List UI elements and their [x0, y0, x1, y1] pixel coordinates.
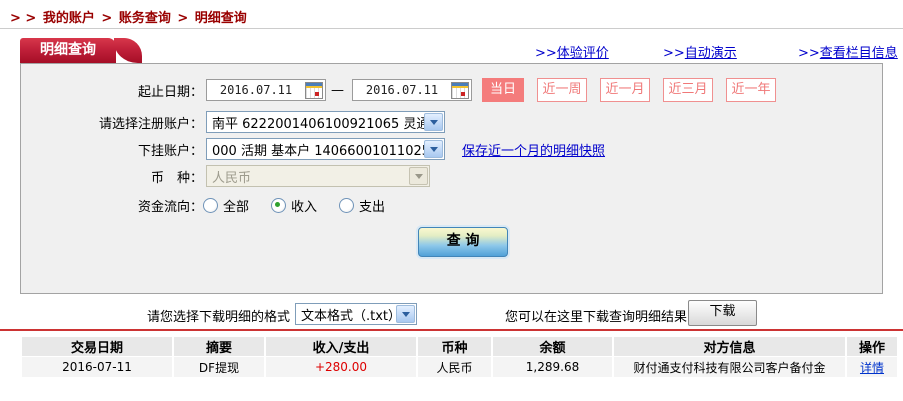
fund-flow-option-label: 全部: [223, 199, 250, 215]
link-arrows: >>: [798, 46, 820, 61]
radio-icon[interactable]: [203, 197, 218, 213]
quick-range-today-button[interactable]: 当日: [482, 78, 524, 102]
cell-balance: 1,289.68: [493, 357, 612, 377]
currency-row: 币 种： 人民币: [21, 164, 430, 188]
cell-currency: 人民币: [418, 357, 491, 377]
fund-flow-label: 资金流向：: [137, 199, 203, 215]
col-header-amount: 收入/支出: [266, 337, 416, 356]
cell-counterparty: 财付通支付科技有限公司客户备付金: [614, 357, 845, 377]
quick-range-month-button[interactable]: 近一月: [600, 78, 650, 102]
register-account-row: 请选择注册账户： 南平 6222001406100921065 灵通卡: [21, 110, 445, 134]
col-header-date: 交易日期: [22, 337, 172, 356]
register-account-select[interactable]: 南平 6222001406100921065 灵通卡: [206, 111, 445, 133]
link-label: 体验评价: [556, 46, 609, 61]
end-date-input[interactable]: [353, 82, 451, 98]
cell-summary: DF提现: [174, 357, 264, 377]
table-top-divider: [0, 329, 903, 331]
col-header-balance: 余额: [493, 337, 612, 356]
link-experience-feedback[interactable]: >>体验评价: [535, 42, 609, 61]
breadcrumb-item-account-query[interactable]: 账务查询: [119, 11, 171, 26]
download-format-label: 请您选择下载明细的格式: [146, 310, 290, 325]
fund-flow-option-label: 收入: [291, 199, 318, 215]
link-label: 自动演示: [684, 46, 737, 61]
date-range-label: 起止日期：: [137, 84, 203, 100]
calendar-icon[interactable]: [451, 81, 469, 99]
sub-account-select[interactable]: 000 活期 基本户 1406600101102571848: [206, 138, 445, 160]
breadcrumb-item-detail-query[interactable]: 明细查询: [195, 11, 247, 26]
table-header-row: 交易日期 摘要 收入/支出 币种 余额 对方信息 操作: [22, 337, 897, 356]
breadcrumb-item-my-account[interactable]: 我的账户: [43, 11, 95, 26]
col-header-action: 操作: [847, 337, 897, 356]
col-header-summary: 摘要: [174, 337, 264, 356]
end-date-field: [352, 79, 472, 101]
tab-detail-query: 明细查询: [20, 38, 142, 63]
link-view-column-info[interactable]: >>查看栏目信息: [798, 42, 898, 61]
quick-range-week-button[interactable]: 近一周: [537, 78, 587, 102]
chevron-down-icon: [409, 167, 428, 185]
sub-account-row: 下挂账户： 000 活期 基本户 1406600101102571848 保存近…: [21, 137, 605, 161]
currency-value: 人民币: [212, 170, 252, 186]
radio-icon[interactable]: [339, 197, 355, 213]
date-range-row: 起止日期： — 当日 近一周 近一月 近三月 近一年: [21, 78, 776, 102]
calendar-icon[interactable]: [305, 81, 323, 99]
breadcrumb-separator: >: [96, 11, 117, 26]
start-date-input[interactable]: [207, 82, 305, 98]
fund-flow-row: 资金流向： 全部 收入 支出: [21, 193, 407, 217]
download-format-value: 文本格式（.txt）: [301, 308, 396, 324]
table-row: 2016-07-11 DF提现 +280.00 人民币 1,289.68 财付通…: [22, 357, 897, 377]
cell-date: 2016-07-11: [22, 357, 172, 377]
query-button[interactable]: 查 询: [418, 227, 508, 257]
register-account-value: 南平 6222001406100921065 灵通卡: [212, 116, 424, 132]
link-label: 查看栏目信息: [819, 46, 898, 61]
col-header-currency: 币种: [418, 337, 491, 356]
quick-range-year-button[interactable]: 近一年: [726, 78, 776, 102]
fund-flow-option-all[interactable]: 全部: [203, 196, 249, 215]
link-auto-demo[interactable]: >>自动演示: [663, 42, 737, 61]
quick-range-3months-button[interactable]: 近三月: [663, 78, 713, 102]
start-date-field: [206, 79, 326, 101]
header-divider: [0, 28, 903, 29]
link-arrows: >>: [663, 46, 685, 61]
sub-account-value: 000 活期 基本户 1406600101102571848: [212, 143, 424, 159]
breadcrumb-separator: >: [172, 11, 193, 26]
col-header-counterparty: 对方信息: [614, 337, 845, 356]
fund-flow-option-label: 支出: [359, 199, 386, 215]
currency-select: 人民币: [206, 165, 430, 187]
download-button[interactable]: 下载: [688, 300, 757, 326]
fund-flow-option-income[interactable]: 收入: [271, 196, 317, 215]
sub-account-label: 下挂账户：: [137, 143, 203, 159]
radio-icon[interactable]: [271, 197, 287, 213]
detail-query-page: > > 我的账户 > 账务查询 > 明细查询 明细查询 >>体验评价 >>自动演…: [0, 0, 903, 401]
download-format-select[interactable]: 文本格式（.txt）: [295, 303, 417, 325]
chevron-down-icon[interactable]: [424, 113, 443, 131]
detail-link[interactable]: 详情: [860, 361, 884, 375]
breadcrumb-prefix: > >: [10, 11, 41, 26]
register-account-label: 请选择注册账户：: [98, 116, 203, 132]
chevron-down-icon[interactable]: [396, 305, 415, 323]
breadcrumb: > > 我的账户 > 账务查询 > 明细查询: [10, 7, 249, 26]
cell-action: 详情: [847, 357, 897, 377]
date-range-dash: —: [331, 82, 344, 98]
chevron-down-icon[interactable]: [424, 140, 443, 158]
query-form-panel: 起止日期： — 当日 近一周 近一月 近三月 近一年 请选择注册账户： 南平 6…: [20, 63, 883, 294]
download-hint: 您可以在这里下载查询明细结果: [505, 310, 688, 325]
save-snapshot-link[interactable]: 保存近一个月的明细快照: [462, 140, 605, 159]
currency-label: 币 种：: [150, 170, 203, 186]
fund-flow-option-expense[interactable]: 支出: [339, 196, 385, 215]
cell-amount: +280.00: [266, 357, 416, 377]
transaction-table: 交易日期 摘要 收入/支出 币种 余额 对方信息 操作 2016-07-11 D…: [20, 336, 899, 378]
link-arrows: >>: [535, 46, 557, 61]
